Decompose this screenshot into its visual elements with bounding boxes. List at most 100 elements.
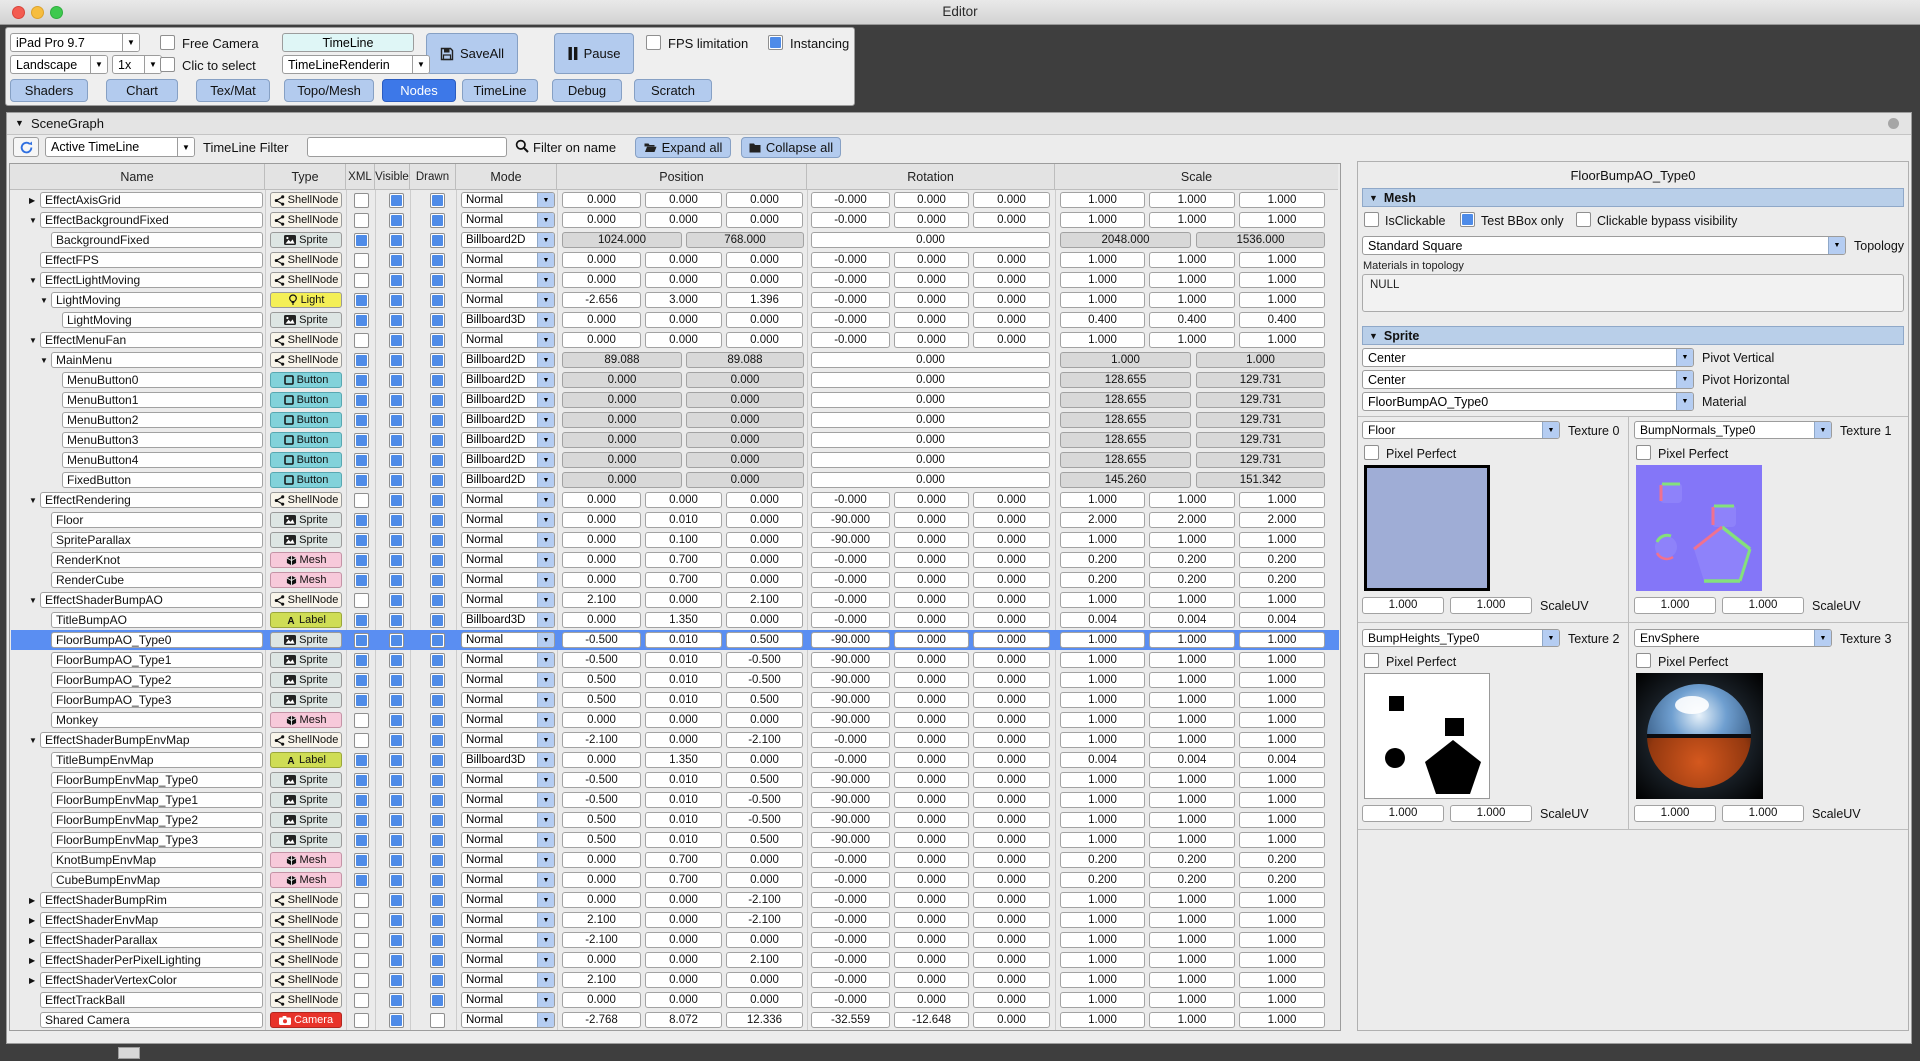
position-field[interactable]: 1.350 <box>645 752 722 768</box>
position-field[interactable]: 0.500 <box>726 772 803 788</box>
node-name-field[interactable]: MenuButton1 <box>62 392 263 408</box>
collapse-arrow-icon[interactable]: ▼ <box>29 496 37 505</box>
rotation-field[interactable]: 0.000 <box>973 912 1050 928</box>
xml-checkbox[interactable] <box>354 273 369 288</box>
table-row[interactable]: ▼EffectMenuFanShellNodeNormal▼0.0000.000… <box>11 330 1339 350</box>
position-field[interactable]: 0.000 <box>726 552 803 568</box>
table-row[interactable]: ▼LightMovingLightNormal▼-2.6563.0001.396… <box>11 290 1339 310</box>
table-row[interactable]: ▶EffectShaderVertexColorShellNodeNormal▼… <box>11 970 1339 990</box>
instancing-checkbox[interactable] <box>768 35 783 50</box>
position-field[interactable]: 3.000 <box>645 292 722 308</box>
rotation-field[interactable]: -90.000 <box>811 632 890 648</box>
position-field[interactable]: 0.000 <box>726 252 803 268</box>
position-field[interactable]: 0.000 <box>726 312 803 328</box>
texture-select[interactable]: BumpNormals_Type0▼ <box>1634 421 1832 439</box>
scale-field[interactable]: 0.200 <box>1060 572 1145 588</box>
rotation-field[interactable]: 0.000 <box>811 412 1050 428</box>
scale-field[interactable]: 1.000 <box>1060 772 1145 788</box>
scale-field[interactable]: 129.731 <box>1196 392 1325 408</box>
position-field[interactable]: 0.500 <box>562 672 641 688</box>
position-field[interactable]: 2.100 <box>562 592 641 608</box>
scale-field[interactable]: 0.200 <box>1239 572 1325 588</box>
position-field[interactable]: -2.100 <box>726 892 803 908</box>
position-field[interactable]: 0.000 <box>562 392 682 408</box>
visible-checkbox[interactable] <box>389 573 404 588</box>
scale-field[interactable]: 1.000 <box>1196 352 1325 368</box>
scale-field[interactable]: 1.000 <box>1149 972 1235 988</box>
position-field[interactable]: 0.000 <box>562 492 641 508</box>
visible-checkbox[interactable] <box>389 873 404 888</box>
xml-checkbox[interactable] <box>354 573 369 588</box>
collapse-arrow-icon[interactable]: ▼ <box>40 356 48 365</box>
scale-field[interactable]: 1.000 <box>1149 652 1235 668</box>
position-field[interactable]: 0.000 <box>726 572 803 588</box>
rotation-field[interactable]: 0.000 <box>894 592 969 608</box>
drawn-checkbox[interactable] <box>430 193 445 208</box>
scale-field[interactable]: 1.000 <box>1060 652 1145 668</box>
rotation-field[interactable]: 0.000 <box>894 672 969 688</box>
expand-arrow-icon[interactable]: ▶ <box>29 976 35 985</box>
scale-field[interactable]: 1.000 <box>1149 632 1235 648</box>
drawn-checkbox[interactable] <box>430 673 445 688</box>
rotation-field[interactable]: 0.000 <box>894 952 969 968</box>
scale-field[interactable]: 1.000 <box>1239 672 1325 688</box>
position-field[interactable]: 2.100 <box>562 972 641 988</box>
rotation-field[interactable]: 0.000 <box>973 792 1050 808</box>
scale-field[interactable]: 128.655 <box>1060 372 1191 388</box>
scale-field[interactable]: 129.731 <box>1196 452 1325 468</box>
drawn-checkbox[interactable] <box>430 613 445 628</box>
table-row[interactable]: MenuButton4ButtonBillboard2D▼0.0000.0000… <box>11 450 1339 470</box>
position-field[interactable]: 0.000 <box>562 212 641 228</box>
position-field[interactable]: 2.100 <box>562 912 641 928</box>
position-field[interactable]: 0.010 <box>645 792 722 808</box>
mode-select[interactable]: Normal▼ <box>461 1012 555 1028</box>
scale-field[interactable]: 1.000 <box>1239 1012 1325 1028</box>
position-field[interactable]: 0.000 <box>726 272 803 288</box>
table-row[interactable]: MonkeyMeshNormal▼0.0000.0000.000-90.0000… <box>11 710 1339 730</box>
position-field[interactable]: 0.000 <box>645 912 722 928</box>
column-header-visible[interactable]: Visible <box>375 164 410 190</box>
texture-select[interactable]: Floor▼ <box>1362 421 1560 439</box>
node-name-field[interactable]: MainMenu <box>51 352 263 368</box>
visible-checkbox[interactable] <box>389 633 404 648</box>
rotation-field[interactable]: -0.000 <box>811 252 890 268</box>
tab-scratch[interactable]: Scratch <box>634 79 712 102</box>
xml-checkbox[interactable] <box>354 873 369 888</box>
drawn-checkbox[interactable] <box>430 793 445 808</box>
xml-checkbox[interactable] <box>354 693 369 708</box>
collapse-arrow-icon[interactable]: ▼ <box>29 596 37 605</box>
node-name-field[interactable]: MenuButton4 <box>62 452 263 468</box>
mode-select[interactable]: Billboard2D▼ <box>461 232 555 248</box>
scale-field[interactable]: 1.000 <box>1239 792 1325 808</box>
scale-field[interactable]: 1.000 <box>1060 632 1145 648</box>
rotation-field[interactable]: -90.000 <box>811 712 890 728</box>
node-name-field[interactable]: TitleBumpEnvMap <box>51 752 263 768</box>
pixel-perfect-checkbox[interactable] <box>1364 653 1379 668</box>
scale-field[interactable]: 145.260 <box>1060 472 1191 488</box>
position-field[interactable]: -0.500 <box>562 772 641 788</box>
node-name-field[interactable]: RenderCube <box>51 572 263 588</box>
position-field[interactable]: 1.350 <box>645 612 722 628</box>
scale-field[interactable]: 1.000 <box>1149 952 1235 968</box>
rotation-field[interactable]: -0.000 <box>811 752 890 768</box>
visible-checkbox[interactable] <box>389 253 404 268</box>
rotation-field[interactable]: 0.000 <box>894 632 969 648</box>
position-field[interactable]: 0.000 <box>645 892 722 908</box>
rotation-field[interactable]: 0.000 <box>973 312 1050 328</box>
scale-field[interactable]: 0.004 <box>1149 612 1235 628</box>
xml-checkbox[interactable] <box>354 233 369 248</box>
pixel-perfect-checkbox[interactable] <box>1364 445 1379 460</box>
position-field[interactable]: 0.000 <box>726 712 803 728</box>
rotation-field[interactable]: -0.000 <box>811 292 890 308</box>
scale-field[interactable]: 1.000 <box>1149 932 1235 948</box>
scale-field[interactable]: 1.000 <box>1239 952 1325 968</box>
rotation-field[interactable]: 0.000 <box>894 972 969 988</box>
rotation-field[interactable]: 0.000 <box>894 532 969 548</box>
rotation-field[interactable]: 0.000 <box>894 572 969 588</box>
rotation-field[interactable]: 0.000 <box>894 252 969 268</box>
visible-checkbox[interactable] <box>389 973 404 988</box>
mode-select[interactable]: Billboard2D▼ <box>461 472 555 488</box>
position-field[interactable]: 0.000 <box>562 892 641 908</box>
scale-field[interactable]: 128.655 <box>1060 432 1191 448</box>
rotation-field[interactable]: 0.000 <box>973 652 1050 668</box>
